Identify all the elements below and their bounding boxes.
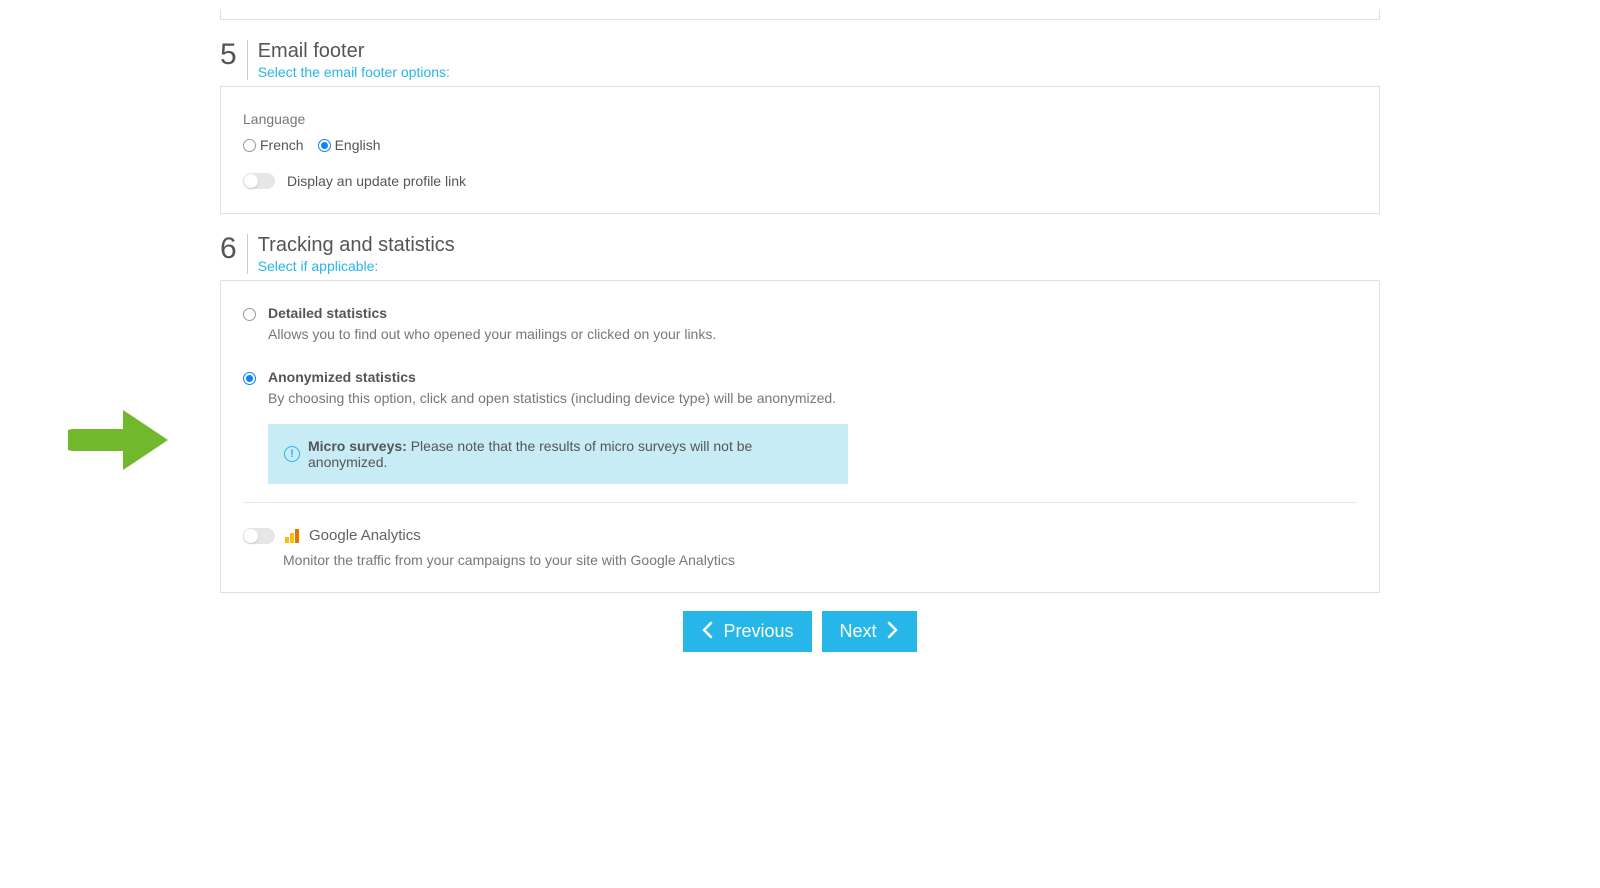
- update-profile-toggle-label: Display an update profile link: [287, 173, 466, 189]
- stats-option-detailed[interactable]: Detailed statistics Allows you to find o…: [243, 305, 1357, 345]
- language-radio-english[interactable]: English: [318, 137, 381, 153]
- anonymized-stats-desc: By choosing this option, click and open …: [268, 389, 1357, 409]
- google-analytics-row: Google Analytics: [243, 527, 1357, 544]
- step-6-header: 6 Tracking and statistics Select if appl…: [220, 234, 1380, 274]
- previous-card-bottom-edge: [220, 10, 1380, 20]
- info-strong-text: Micro surveys:: [308, 438, 407, 454]
- header-divider: [247, 234, 248, 274]
- step-6-subtitle: Select if applicable:: [258, 258, 455, 274]
- detailed-stats-desc: Allows you to find out who opened your m…: [268, 325, 1357, 345]
- anonymized-stats-title: Anonymized statistics: [268, 369, 1357, 385]
- header-divider: [247, 40, 248, 80]
- micro-surveys-info: ! Micro surveys: Please note that the re…: [268, 424, 848, 484]
- previous-button-label: Previous: [723, 621, 793, 642]
- language-radio-french[interactable]: French: [243, 137, 304, 153]
- google-analytics-desc: Monitor the traffic from your campaigns …: [283, 552, 1357, 568]
- tracking-statistics-card: Detailed statistics Allows you to find o…: [220, 280, 1380, 593]
- chevron-left-icon: [701, 621, 713, 642]
- step-5-title: Email footer: [258, 40, 450, 62]
- chevron-right-icon: [887, 621, 899, 642]
- info-icon: !: [284, 446, 300, 462]
- google-analytics-icon: [285, 529, 299, 543]
- previous-button[interactable]: Previous: [683, 611, 811, 652]
- radio-icon: [243, 308, 256, 321]
- google-analytics-brand: Google Analytics: [309, 527, 421, 544]
- section-divider-line: [243, 502, 1357, 503]
- next-button-label: Next: [840, 621, 877, 642]
- step-number: 5: [220, 40, 247, 70]
- detailed-stats-title: Detailed statistics: [268, 305, 1357, 321]
- radio-label-english: English: [335, 137, 381, 153]
- step-5-header: 5 Email footer Select the email footer o…: [220, 40, 1380, 80]
- step-number: 6: [220, 234, 247, 264]
- stats-option-anonymized[interactable]: Anonymized statistics By choosing this o…: [243, 369, 1357, 485]
- radio-icon: [243, 139, 256, 152]
- update-profile-toggle[interactable]: [243, 173, 275, 189]
- google-analytics-toggle[interactable]: [243, 528, 275, 544]
- language-radio-group: French English: [243, 137, 1357, 153]
- update-profile-toggle-row: Display an update profile link: [243, 173, 1357, 189]
- wizard-nav: Previous Next: [220, 611, 1380, 652]
- radio-icon: [318, 139, 331, 152]
- step-5-subtitle: Select the email footer options:: [258, 64, 450, 80]
- language-label: Language: [243, 111, 1357, 127]
- step-6-title: Tracking and statistics: [258, 234, 455, 256]
- radio-label-french: French: [260, 137, 304, 153]
- radio-icon: [243, 372, 256, 385]
- arrow-annotation: [68, 400, 178, 480]
- next-button[interactable]: Next: [822, 611, 917, 652]
- email-footer-card: Language French English Display an updat…: [220, 86, 1380, 214]
